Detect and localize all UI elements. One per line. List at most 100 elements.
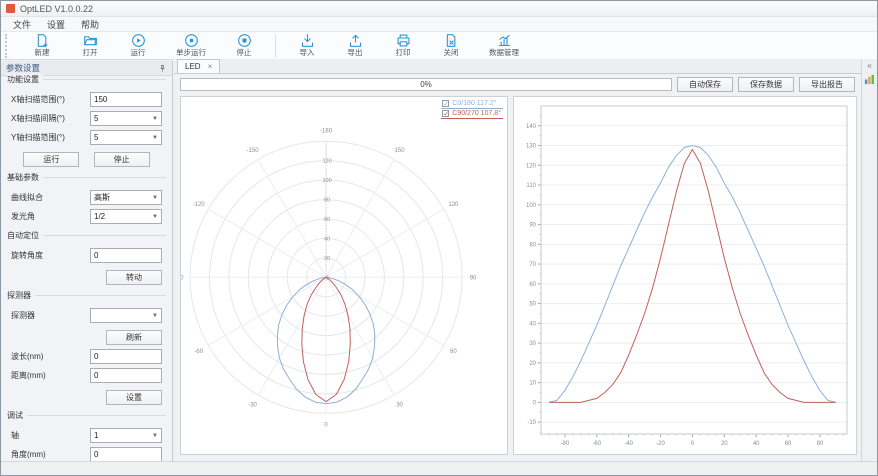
toolbar-export-button[interactable]: 导出 <box>338 33 372 57</box>
svg-text:30: 30 <box>529 341 536 347</box>
parameter-sidebar: 参数设置 功能设置 X轴扫描范围(°) 150 X轴扫描间隔(°) 5▼ Y轴扫… <box>1 61 173 461</box>
svg-text:-30: -30 <box>248 403 257 409</box>
toolbar-data-manage-button[interactable]: 数据管理 <box>482 33 526 57</box>
chevron-down-icon: ▼ <box>152 313 158 319</box>
group-title: 调试 <box>7 410 27 421</box>
rotate-button[interactable]: 转动 <box>106 270 162 285</box>
close-doc-icon <box>444 33 459 48</box>
svg-text:110: 110 <box>526 183 536 189</box>
wavelength-label: 波长(nm) <box>11 351 43 362</box>
y-scan-range-label: Y轴扫描范围(°) <box>11 132 65 143</box>
toolbar-label: 导出 <box>348 48 363 57</box>
distance-input[interactable]: 0 <box>90 368 162 383</box>
export-report-button[interactable]: 导出报告 <box>799 77 855 92</box>
svg-text:60: 60 <box>324 217 330 223</box>
svg-text:90: 90 <box>529 223 536 229</box>
charts-area: -180-150-120-90-60-300306090120150020406… <box>174 96 861 461</box>
svg-text:-10: -10 <box>527 420 536 426</box>
toolbar-label: 新建 <box>35 48 50 57</box>
toolbar-step-run-button[interactable]: 单步运行 <box>169 33 213 57</box>
toolbar: 新建 打开 运行 单步运行 停止 导入 导出 打印 <box>1 32 877 60</box>
legend-item-c0: ✓ C0/180 117.2° <box>441 100 503 109</box>
svg-text:20: 20 <box>529 361 536 367</box>
save-data-button[interactable]: 保存数据 <box>738 77 794 92</box>
toolbar-label: 数据管理 <box>489 48 519 57</box>
svg-text:30: 30 <box>396 403 403 409</box>
window-title: OptLED V1.0.0.22 <box>20 4 93 14</box>
svg-text:-150: -150 <box>247 148 260 154</box>
toolbar-label: 导入 <box>300 48 315 57</box>
app-icon <box>6 4 15 13</box>
toolbar-stop-button[interactable]: 停止 <box>227 33 261 57</box>
menu-settings[interactable]: 设置 <box>47 18 65 31</box>
curve-fit-select[interactable]: 高斯▼ <box>90 190 162 205</box>
refresh-button[interactable]: 刷新 <box>106 330 162 345</box>
svg-text:-40: -40 <box>624 441 633 447</box>
group-title: 功能设置 <box>7 74 43 85</box>
svg-text:80: 80 <box>529 242 536 248</box>
toolbar-new-button[interactable]: 新建 <box>25 33 59 57</box>
curve-fit-label: 曲线拟合 <box>11 192 43 203</box>
toolbar-open-button[interactable]: 打开 <box>73 33 107 57</box>
detector-select[interactable]: ▼ <box>90 308 162 323</box>
group-function-settings: 功能设置 X轴扫描范围(°) 150 X轴扫描间隔(°) 5▼ Y轴扫描范围(°… <box>7 79 166 174</box>
tab-led[interactable]: LED × <box>177 59 220 73</box>
wavelength-input[interactable]: 0 <box>90 349 162 364</box>
pin-icon[interactable] <box>158 64 167 73</box>
svg-text:50: 50 <box>529 302 536 308</box>
data-panel-icon[interactable] <box>864 74 875 85</box>
line-chart-panel: -100102030405060708090100110120130140-80… <box>513 96 857 455</box>
autosave-button[interactable]: 自动保存 <box>677 77 733 92</box>
rotate-angle-input[interactable]: 0 <box>90 248 162 263</box>
expand-panel-icon[interactable]: « <box>867 61 871 70</box>
app-window: OptLED V1.0.0.22 文件 设置 帮助 新建 打开 运行 单步运行 … <box>0 0 878 476</box>
svg-text:130: 130 <box>526 144 537 150</box>
svg-text:-60: -60 <box>592 441 601 447</box>
debug-angle-label: 角度(mm) <box>11 449 46 460</box>
toolbar-run-button[interactable]: 运行 <box>121 33 155 57</box>
set-button[interactable]: 设置 <box>106 390 162 405</box>
debug-angle-input[interactable]: 0 <box>90 447 162 461</box>
open-folder-icon <box>83 33 98 48</box>
menubar: 文件 设置 帮助 <box>1 17 877 32</box>
svg-text:40: 40 <box>753 441 760 447</box>
tab-close-icon[interactable]: × <box>208 63 213 71</box>
svg-text:20: 20 <box>721 441 728 447</box>
svg-text:0: 0 <box>324 422 328 428</box>
beam-angle-select[interactable]: 1/2▼ <box>90 209 162 224</box>
x-scan-step-label: X轴扫描间隔(°) <box>11 113 65 124</box>
menu-file[interactable]: 文件 <box>13 18 31 31</box>
print-icon <box>396 33 411 48</box>
group-title: 探测器 <box>7 290 35 301</box>
progress-row: 0% 自动保存 保存数据 导出报告 <box>174 74 861 94</box>
svg-text:-120: -120 <box>193 202 206 208</box>
sidebar-title: 参数设置 <box>6 62 40 74</box>
axis-select[interactable]: 1▼ <box>90 428 162 443</box>
menu-help[interactable]: 帮助 <box>81 18 99 31</box>
data-manage-icon <box>497 33 512 48</box>
group-title: 自动定位 <box>7 230 43 241</box>
group-basic-params: 基础参数 曲线拟合 高斯▼ 发光角 1/2▼ <box>7 177 166 232</box>
run-button[interactable]: 运行 <box>23 152 79 167</box>
group-title: 基础参数 <box>7 172 43 183</box>
svg-text:20: 20 <box>324 256 330 262</box>
svg-text:0: 0 <box>691 441 695 447</box>
x-scan-step-select[interactable]: 5▼ <box>90 111 162 126</box>
legend-checkbox[interactable]: ✓ <box>442 110 449 117</box>
toolbar-import-button[interactable]: 导入 <box>290 33 324 57</box>
line-chart: -100102030405060708090100110120130140-80… <box>514 97 856 454</box>
tabstrip: LED × <box>174 59 861 74</box>
toolbar-grip[interactable] <box>5 34 9 58</box>
tab-label: LED <box>185 62 201 71</box>
svg-text:60: 60 <box>785 441 792 447</box>
stop-button[interactable]: 停止 <box>94 152 150 167</box>
toolbar-print-button[interactable]: 打印 <box>386 33 420 57</box>
toolbar-close-button[interactable]: 关闭 <box>434 33 468 57</box>
run-icon <box>131 33 146 48</box>
x-scan-range-input[interactable]: 150 <box>90 92 162 107</box>
legend-checkbox[interactable]: ✓ <box>442 100 449 107</box>
svg-text:-180: -180 <box>320 128 333 134</box>
svg-text:-60: -60 <box>194 349 203 355</box>
toolbar-label: 停止 <box>237 48 252 57</box>
y-scan-range-select[interactable]: 5▼ <box>90 130 162 145</box>
